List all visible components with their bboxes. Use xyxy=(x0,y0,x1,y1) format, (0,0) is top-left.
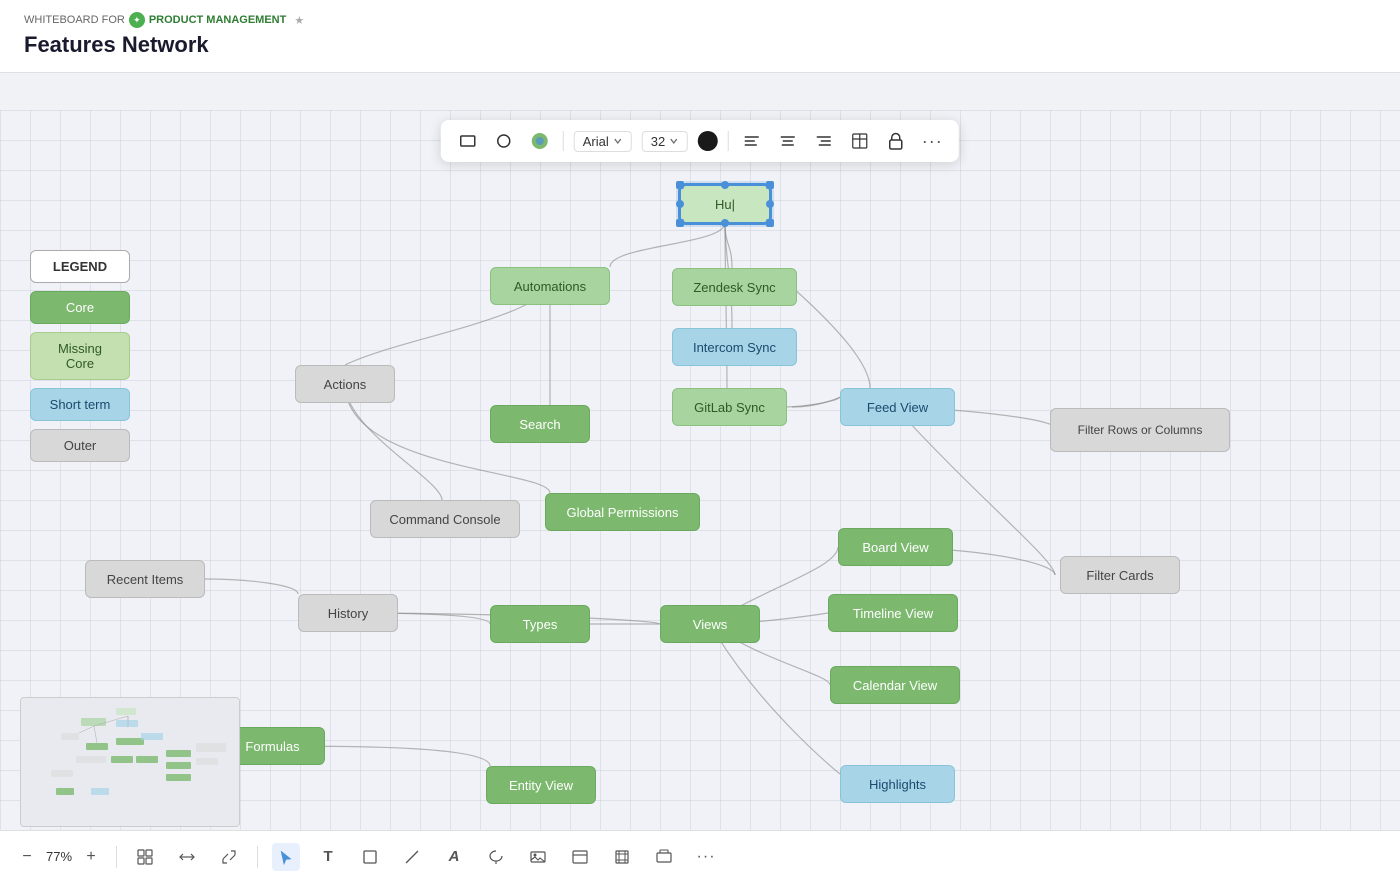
node-entity-view[interactable]: Entity View xyxy=(486,766,596,804)
minimap[interactable] xyxy=(20,697,240,827)
zoom-in-button[interactable]: + xyxy=(80,846,102,868)
node-intercom-sync[interactable]: Intercom Sync xyxy=(672,328,797,366)
canvas[interactable]: LEGEND Core Missing Core Short term Oute… xyxy=(0,110,1400,882)
node-types[interactable]: Types xyxy=(490,605,590,643)
node-views[interactable]: Views xyxy=(660,605,760,643)
zoom-out-button[interactable]: − xyxy=(16,846,38,868)
node-command-console[interactable]: Command Console xyxy=(370,500,520,538)
text-tool[interactable]: T xyxy=(314,843,342,871)
expand-tool[interactable] xyxy=(215,843,243,871)
toolbar: Arial 32 ··· xyxy=(441,120,959,162)
color-shape-icon[interactable] xyxy=(527,128,553,154)
rectangle-shape-icon[interactable] xyxy=(455,128,481,154)
more-options-icon[interactable]: ··· xyxy=(919,128,945,154)
page-title: Features Network xyxy=(24,32,1376,58)
legend-short-term: Short term xyxy=(30,388,130,421)
node-board-view[interactable]: Board View xyxy=(838,528,953,566)
zoom-level: 77% xyxy=(46,849,72,864)
font-size[interactable]: 32 xyxy=(642,131,688,152)
legend: LEGEND Core Missing Core Short term Oute… xyxy=(30,250,130,462)
node-global-permissions[interactable]: Global Permissions xyxy=(545,493,700,531)
component-tool[interactable] xyxy=(650,843,678,871)
font-select[interactable]: Arial xyxy=(574,131,632,152)
shape-tool[interactable] xyxy=(356,843,384,871)
more-tools-button[interactable]: ··· xyxy=(692,843,720,871)
whiteboard-for-label: WHITEBOARD FOR xyxy=(24,14,125,26)
product-name: PRODUCT MANAGEMENT xyxy=(149,14,287,26)
grid-view-tool[interactable] xyxy=(131,843,159,871)
toolbar-divider-1 xyxy=(563,131,564,151)
pen-tool[interactable] xyxy=(398,843,426,871)
font-name: Arial xyxy=(583,134,609,149)
star-icon[interactable]: ★ xyxy=(294,14,304,27)
node-filter-rows-columns[interactable]: Filter Rows or Columns xyxy=(1050,408,1230,452)
minimap-svg xyxy=(21,698,240,827)
node-filter-cards[interactable]: Filter Cards xyxy=(1060,556,1180,594)
node-automations[interactable]: Automations xyxy=(490,267,610,305)
node-hub[interactable]: Hu| xyxy=(680,185,770,223)
color-picker[interactable] xyxy=(698,131,718,151)
node-actions[interactable]: Actions xyxy=(295,365,395,403)
product-icon: ✦ xyxy=(129,12,145,28)
align-right-icon[interactable] xyxy=(811,128,837,154)
image-tool[interactable] xyxy=(524,843,552,871)
lock-icon[interactable] xyxy=(883,128,909,154)
legend-missing-core: Missing Core xyxy=(30,332,130,380)
toolbar-divider-2 xyxy=(728,131,729,151)
header: WHITEBOARD FOR ✦ PRODUCT MANAGEMENT ★ Fe… xyxy=(0,0,1400,73)
lasso-tool[interactable] xyxy=(482,843,510,871)
fit-width-tool[interactable] xyxy=(173,843,201,871)
frame-tool[interactable] xyxy=(608,843,636,871)
align-left-icon[interactable] xyxy=(739,128,765,154)
font-size-value: 32 xyxy=(651,134,665,149)
node-history[interactable]: History xyxy=(298,594,398,632)
align-center-icon[interactable] xyxy=(775,128,801,154)
node-zendesk-sync[interactable]: Zendesk Sync xyxy=(672,268,797,306)
node-recent-items[interactable]: Recent Items xyxy=(85,560,205,598)
circle-shape-icon[interactable] xyxy=(491,128,517,154)
bottom-divider-2 xyxy=(257,846,258,868)
select-tool[interactable] xyxy=(272,843,300,871)
node-feed-view[interactable]: Feed View xyxy=(840,388,955,426)
zoom-controls: − 77% + xyxy=(16,846,102,868)
legend-outer: Outer xyxy=(30,429,130,462)
embed-tool[interactable] xyxy=(566,843,594,871)
legend-legend: LEGEND xyxy=(30,250,130,283)
bottom-toolbar: − 77% + T A ··· xyxy=(0,830,1400,882)
node-search[interactable]: Search xyxy=(490,405,590,443)
node-gitlab-sync[interactable]: GitLab Sync xyxy=(672,388,787,426)
node-timeline-view[interactable]: Timeline View xyxy=(828,594,958,632)
breadcrumb: WHITEBOARD FOR ✦ PRODUCT MANAGEMENT ★ xyxy=(24,12,1376,28)
bottom-divider-1 xyxy=(116,846,117,868)
node-calendar-view[interactable]: Calendar View xyxy=(830,666,960,704)
node-highlights[interactable]: Highlights xyxy=(840,765,955,803)
handwriting-tool[interactable]: A xyxy=(440,843,468,871)
table-icon[interactable] xyxy=(847,128,873,154)
legend-core: Core xyxy=(30,291,130,324)
